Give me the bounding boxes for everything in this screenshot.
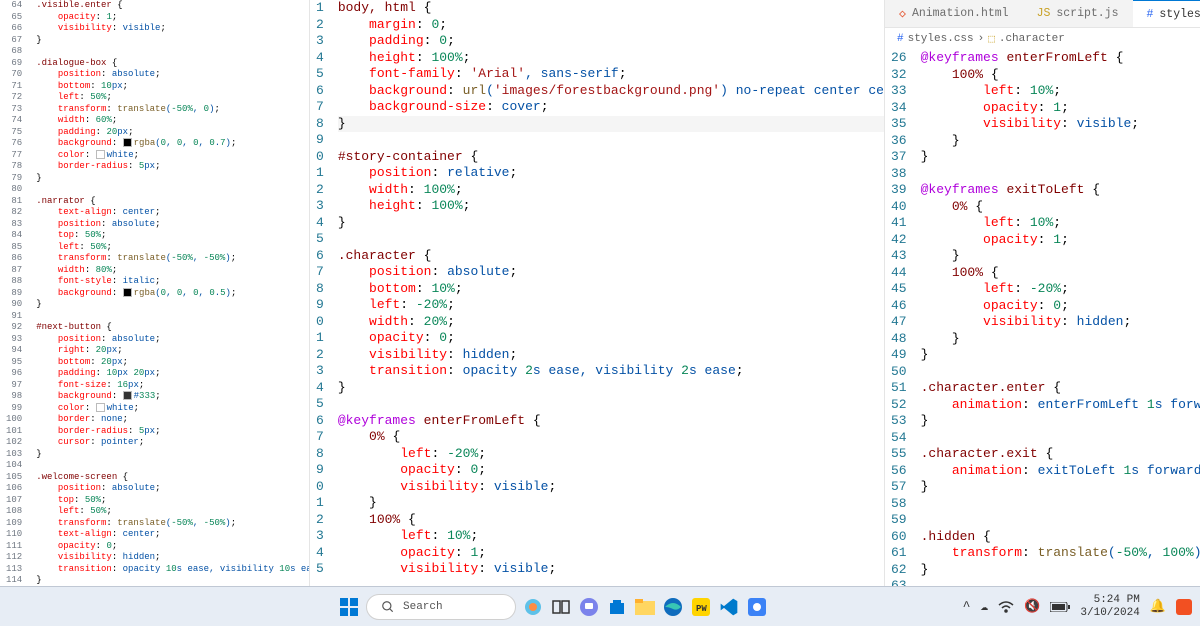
task-view-icon[interactable] bbox=[550, 596, 572, 618]
tab-label: Animation.html bbox=[912, 7, 1009, 20]
tab-label: script.js bbox=[1056, 7, 1118, 20]
line-gutter: 12345678901234567890123456789012345 bbox=[310, 0, 338, 578]
line-gutter: 2632333435363738394041424344454647484950… bbox=[885, 50, 921, 586]
vscode-icon[interactable] bbox=[718, 596, 740, 618]
chat-icon[interactable] bbox=[578, 596, 600, 618]
code-area[interactable]: body, html { margin: 0; padding: 0; heig… bbox=[338, 0, 885, 578]
tab-styles-css[interactable]: # styles.css × bbox=[1133, 0, 1200, 27]
onedrive-icon[interactable]: ☁ bbox=[980, 599, 988, 614]
code-area[interactable]: @keyframes enterFromLeft { 100% { left: … bbox=[921, 50, 1200, 586]
search-icon bbox=[381, 600, 395, 614]
css-file-icon: # bbox=[897, 33, 904, 45]
taskbar-search[interactable]: Search bbox=[366, 594, 516, 620]
tab-bar: ◇ Animation.html JS script.js # styles.c… bbox=[885, 0, 1200, 28]
editor-pane-left[interactable]: 6465666768697071727374757677787980818283… bbox=[0, 0, 310, 586]
tab-script-js[interactable]: JS script.js bbox=[1023, 1, 1133, 26]
taskbar-date: 3/10/2024 bbox=[1080, 607, 1139, 620]
breadcrumb-symbol: .character bbox=[999, 33, 1065, 45]
chevron-right-icon: › bbox=[978, 33, 985, 45]
tab-animation-html[interactable]: ◇ Animation.html bbox=[885, 0, 1023, 27]
start-button[interactable] bbox=[338, 596, 360, 618]
copilot-icon[interactable] bbox=[522, 596, 544, 618]
app-icon[interactable]: PW bbox=[690, 596, 712, 618]
editor-pane-right[interactable]: ◇ Animation.html JS script.js # styles.c… bbox=[885, 0, 1200, 586]
editor-pane-middle[interactable]: 12345678901234567890123456789012345 body… bbox=[310, 0, 885, 586]
file-explorer-icon[interactable] bbox=[634, 596, 656, 618]
windows-taskbar[interactable]: Search PW ^ ☁ 🔇 5:24 PM 3/10/2024 🔔 bbox=[0, 586, 1200, 626]
js-file-icon: JS bbox=[1037, 7, 1051, 20]
tray-chevron-icon[interactable]: ^ bbox=[963, 599, 971, 614]
line-gutter: 6465666768697071727374757677787980818283… bbox=[0, 0, 36, 586]
breadcrumb[interactable]: # styles.css › ⬚ .character bbox=[885, 28, 1200, 50]
taskbar-clock[interactable]: 5:24 PM 3/10/2024 bbox=[1080, 594, 1139, 619]
copilot-preview-icon[interactable] bbox=[1176, 599, 1192, 615]
notifications-icon[interactable]: 🔔 bbox=[1150, 599, 1166, 614]
volume-icon[interactable]: 🔇 bbox=[1024, 599, 1040, 614]
windows-store-icon[interactable] bbox=[606, 596, 628, 618]
html-file-icon: ◇ bbox=[899, 6, 906, 21]
search-placeholder: Search bbox=[403, 601, 443, 613]
battery-icon[interactable] bbox=[1050, 602, 1070, 612]
app-icon-2[interactable] bbox=[746, 596, 768, 618]
edge-icon[interactable] bbox=[662, 596, 684, 618]
code-area[interactable]: .visible.enter { opacity: 1; visibility:… bbox=[36, 0, 310, 586]
editor-split-view: 6465666768697071727374757677787980818283… bbox=[0, 0, 1200, 586]
wifi-icon[interactable] bbox=[998, 601, 1014, 613]
css-file-icon: # bbox=[1147, 8, 1154, 21]
taskbar-time: 5:24 PM bbox=[1080, 594, 1139, 607]
breadcrumb-file: styles.css bbox=[908, 33, 974, 45]
svg-text:PW: PW bbox=[696, 604, 707, 614]
symbol-icon: ⬚ bbox=[988, 32, 995, 46]
tab-label: styles.css bbox=[1159, 8, 1200, 21]
